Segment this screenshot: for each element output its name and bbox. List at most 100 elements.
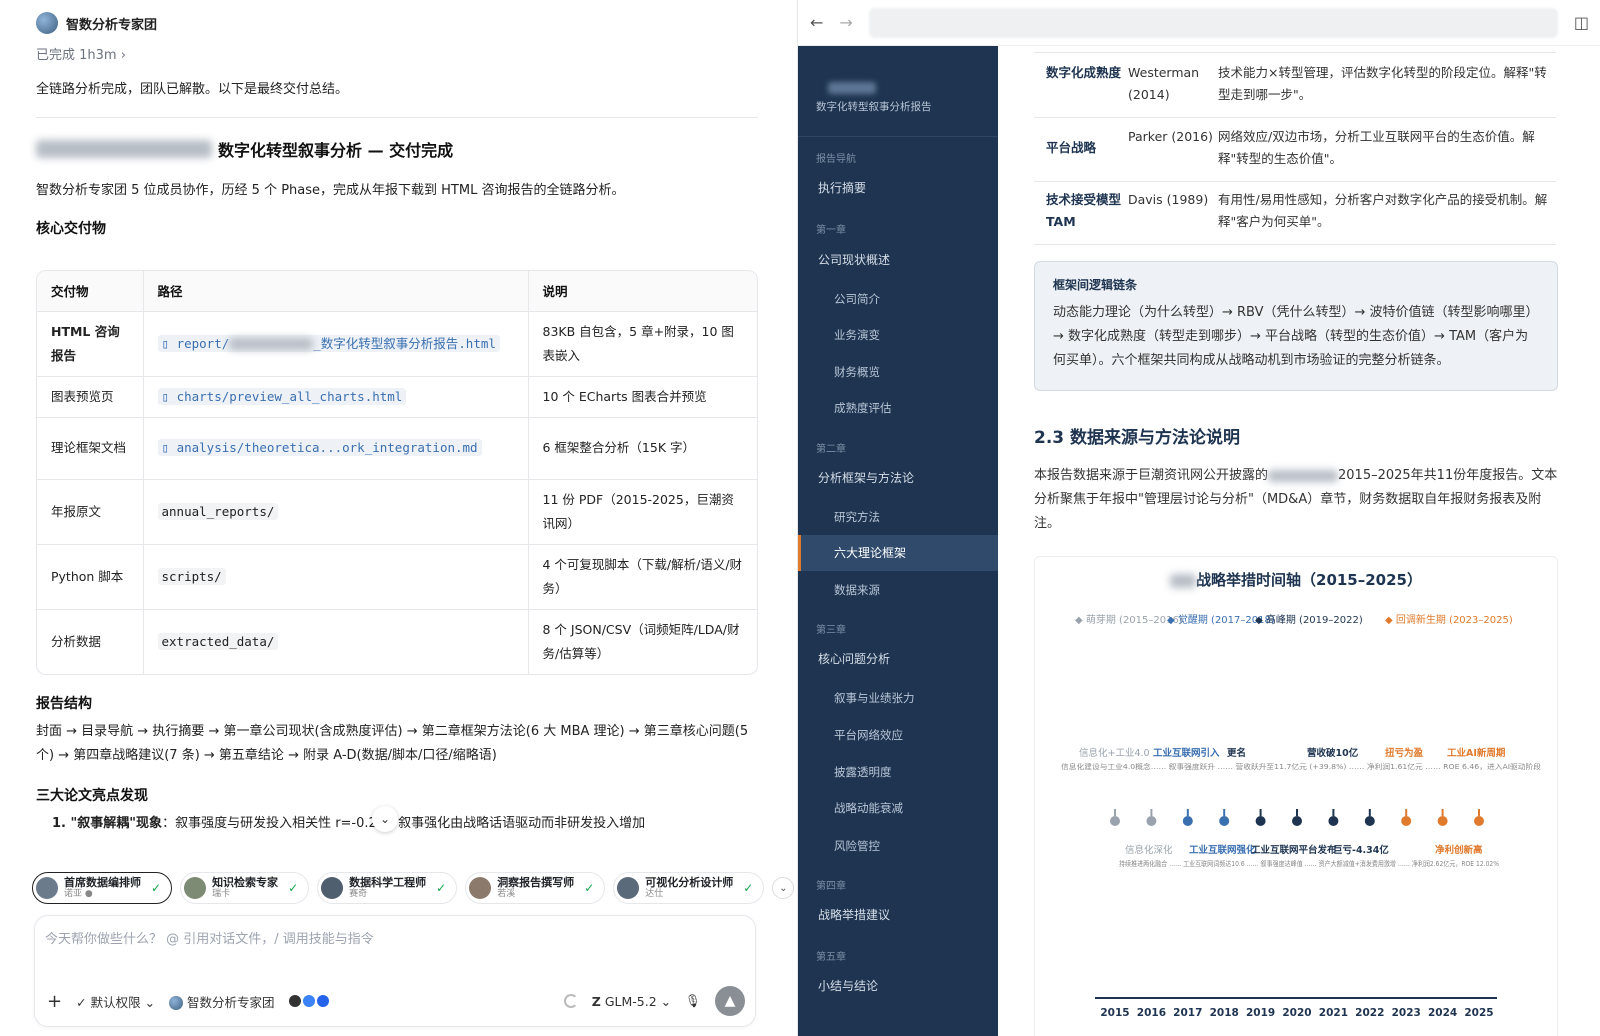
event-dot — [1328, 816, 1339, 826]
nav-item[interactable]: 战略举措建议 — [798, 897, 998, 933]
nav-item[interactable]: 执行摘要 — [798, 170, 998, 206]
send-button[interactable]: ▲ — [715, 986, 745, 1016]
timeline-svg: ◆ 萌芽期 (2015–2016)◆ 觉醒期 (2017–2018)◆ 高峰期 … — [1061, 613, 1541, 1019]
findings-heading: 三大论文亮点发现 — [36, 788, 148, 804]
structure-text: 封面 → 目录导航 → 执行摘要 → 第一章公司现状(含成熟度评估) → 第二章… — [36, 724, 749, 763]
file-link[interactable]: ▯ analysis/theoretica...ork_integration.… — [157, 439, 482, 456]
nav-item[interactable]: 研究方法 — [798, 499, 998, 535]
plus-icon[interactable]: + — [47, 991, 62, 1012]
microphone-icon[interactable]: 🎙︎ — [685, 993, 701, 1009]
team-avatar — [169, 996, 184, 1010]
nav-item[interactable]: 六大理论框架 — [798, 535, 998, 571]
nav-item[interactable]: 平台网络效应 — [798, 717, 998, 753]
scroll-down-button[interactable]: ⌄ — [372, 806, 398, 832]
year-label: 2019 — [1246, 1007, 1275, 1019]
cell-path: ▯ report/ _数字化转型叙事分析报告.html — [142, 311, 528, 377]
file-icon: ▯ — [161, 388, 170, 404]
file-link[interactable]: ▯ charts/preview_all_charts.html — [157, 387, 407, 405]
forward-arrow-icon[interactable]: → — [839, 13, 852, 32]
framework-name: 技术接受模型TAM — [1046, 192, 1122, 229]
agent-name: 知识检索专家 — [212, 876, 279, 889]
nav-item[interactable]: 战略动能衰减 — [798, 790, 998, 826]
report-sidebar: 数字化转型叙事分析报告 报告导航 执行摘要 第一章 公司现状概述 公司简介 业务演变 财务概… — [798, 46, 998, 1036]
agent-bar: 首席数据编排师 诺亚 ● ✓ 知识检索专家 瑞卡 ✓ 数据科学工程师 赛奇 ✓ 洞察报… — [32, 872, 795, 904]
permission-selector[interactable]: ✓ 默认权限 ⌄ — [76, 992, 155, 1011]
run-status-text: 已完成 1h3m — [36, 48, 117, 63]
cell-name: 分析数据 — [51, 633, 102, 649]
redacted-company-name — [1268, 469, 1339, 482]
agents-more-button[interactable]: ⌄ — [772, 877, 795, 899]
nav-item[interactable]: 公司简介 — [798, 281, 998, 317]
chat-input-placeholder[interactable]: 今天帮你做些什么？ @ 引用对话文件，/ 调用技能与指令 — [45, 928, 374, 947]
chat-panel: 智数分析专家团 已完成 1h3m › 全链路分析完成，团队已解散。以下是最终交付… — [0, 0, 796, 1036]
redacted-filename — [229, 338, 314, 350]
event-dot — [1401, 816, 1412, 826]
back-arrow-icon[interactable]: ← — [810, 13, 823, 32]
deliverables-table: 交付物 路径 说明 HTML 咨询报告 ▯ report/ _数字化转型叙事分析报… — [36, 270, 758, 675]
agent-chip[interactable]: 洞察报告撰写师 若溪 ✓ — [465, 872, 606, 904]
milestone-note: 持续推进两化融合 …… 工业互联网词频达10.6 …… 叙事强度达峰值 …… 资… — [1119, 859, 1499, 868]
table-row: 图表预览页 ▯ charts/preview_all_charts.html 1… — [37, 376, 757, 418]
agent-chip[interactable]: 首席数据编排师 诺亚 ● ✓ — [32, 872, 173, 904]
milestone-label: 更名 — [1227, 747, 1246, 759]
cell-desc: 10 个 ECharts 图表合并预览 — [527, 376, 757, 418]
chat-input-box[interactable]: 今天帮你做些什么？ @ 引用对话文件，/ 调用技能与指令 + ✓ 默认权限 ⌄ … — [34, 915, 756, 1027]
agent-icons[interactable] — [288, 995, 329, 1007]
nav-item[interactable]: 风险管控 — [798, 828, 998, 864]
team-selector[interactable]: 智数分析专家团 — [169, 992, 275, 1011]
event-dot — [1292, 816, 1302, 826]
redacted-logo — [828, 82, 876, 94]
cell-desc: 6 框架整合分析（15K 字） — [527, 417, 757, 480]
event-dot — [1110, 816, 1120, 826]
year-label: 2015 — [1100, 1007, 1129, 1019]
cell-desc: 8 个 JSON/CSV（词频矩阵/LDA/财务/估算等） — [527, 609, 757, 674]
nav-item[interactable]: 财务概览 — [798, 354, 998, 390]
agent-sub: 赛奇 — [349, 889, 368, 899]
nav-item[interactable]: 业务演变 — [798, 317, 998, 353]
delivery-title: 数字化转型叙事分析 — 交付完成 — [36, 137, 453, 161]
table-row: 理论框架文档 ▯ analysis/theoretica...ork_integ… — [37, 417, 757, 480]
agent-chip[interactable]: 数据科学工程师 赛奇 ✓ — [317, 872, 458, 904]
cell-path: ▯ analysis/theoretica...ork_integration.… — [142, 417, 528, 480]
nav-item[interactable]: 公司现状概述 — [798, 242, 998, 278]
nav-item[interactable]: 披露透明度 — [798, 754, 998, 790]
framework-source: Davis (1989) — [1128, 192, 1209, 207]
agent-avatar — [469, 877, 492, 899]
path-code: annual_reports/ — [157, 502, 279, 520]
chevron-down-icon: ⌄ — [379, 812, 391, 826]
nav-item[interactable]: 成熟度评估 — [798, 390, 998, 426]
chevron-down-icon: ⌄ — [660, 993, 672, 1009]
table-header-row: 交付物 路径 说明 — [37, 271, 757, 312]
delivery-title-text: 数字化转型叙事分析 — 交付完成 — [218, 141, 454, 160]
chevron-right-icon: › — [120, 48, 126, 63]
milestone-label: 工业互联网平台发布 — [1251, 844, 1337, 856]
file-link[interactable]: ▯ report/ _数字化转型叙事分析报告.html — [157, 334, 500, 352]
framework-name: 数字化成熟度 — [1046, 65, 1122, 80]
address-bar[interactable] — [868, 7, 1558, 38]
permission-label: 默认权限 — [90, 994, 141, 1010]
nav-item[interactable]: 小结与结论 — [798, 968, 998, 1004]
agent-sub: 达仕 — [645, 889, 664, 899]
nav-item[interactable]: 数据来源 — [798, 572, 998, 608]
milestone-label: 信息化+工业4.0 — [1079, 747, 1150, 759]
legend-item: ◆ 回调新生期 (2023–2025) — [1385, 613, 1513, 626]
cell-path: extracted_data/ — [142, 609, 528, 674]
agent-avatar — [321, 877, 344, 899]
zhipu-logo-icon: Z — [591, 993, 601, 1009]
milestone-label: 工业AI新周期 — [1447, 747, 1505, 759]
model-selector[interactable]: Z GLM-5.2 ⌄ — [592, 994, 671, 1009]
agent-chip[interactable]: 知识检索专家 瑞卡 ✓ — [180, 872, 310, 904]
cell-path: scripts/ — [142, 544, 528, 610]
framework-desc: 网络效应/双边市场，分析工业互联网平台的生态价值。解释"转型的生态价值"。 — [1218, 129, 1535, 166]
nav-item[interactable]: 叙事与业绩张力 — [798, 680, 998, 716]
divider — [798, 136, 998, 137]
nav-item[interactable]: 分析框架与方法论 — [798, 460, 998, 496]
milestone-label: 工业互联网强化 — [1189, 844, 1256, 856]
framework-desc: 有用性/易用性感知，分析客户对数字化产品的接受机制。解释"客户为何买单"。 — [1218, 192, 1548, 229]
nav-item[interactable]: 核心问题分析 — [798, 641, 998, 677]
agent-icon — [302, 995, 315, 1007]
agent-chip[interactable]: 可视化分析设计师 达仕 ✓ — [613, 872, 765, 904]
agent-sub: 瑞卡 — [212, 889, 231, 899]
run-status[interactable]: 已完成 1h3m › — [36, 44, 126, 63]
sidebar-toggle-icon[interactable]: ◫ — [1574, 13, 1589, 32]
